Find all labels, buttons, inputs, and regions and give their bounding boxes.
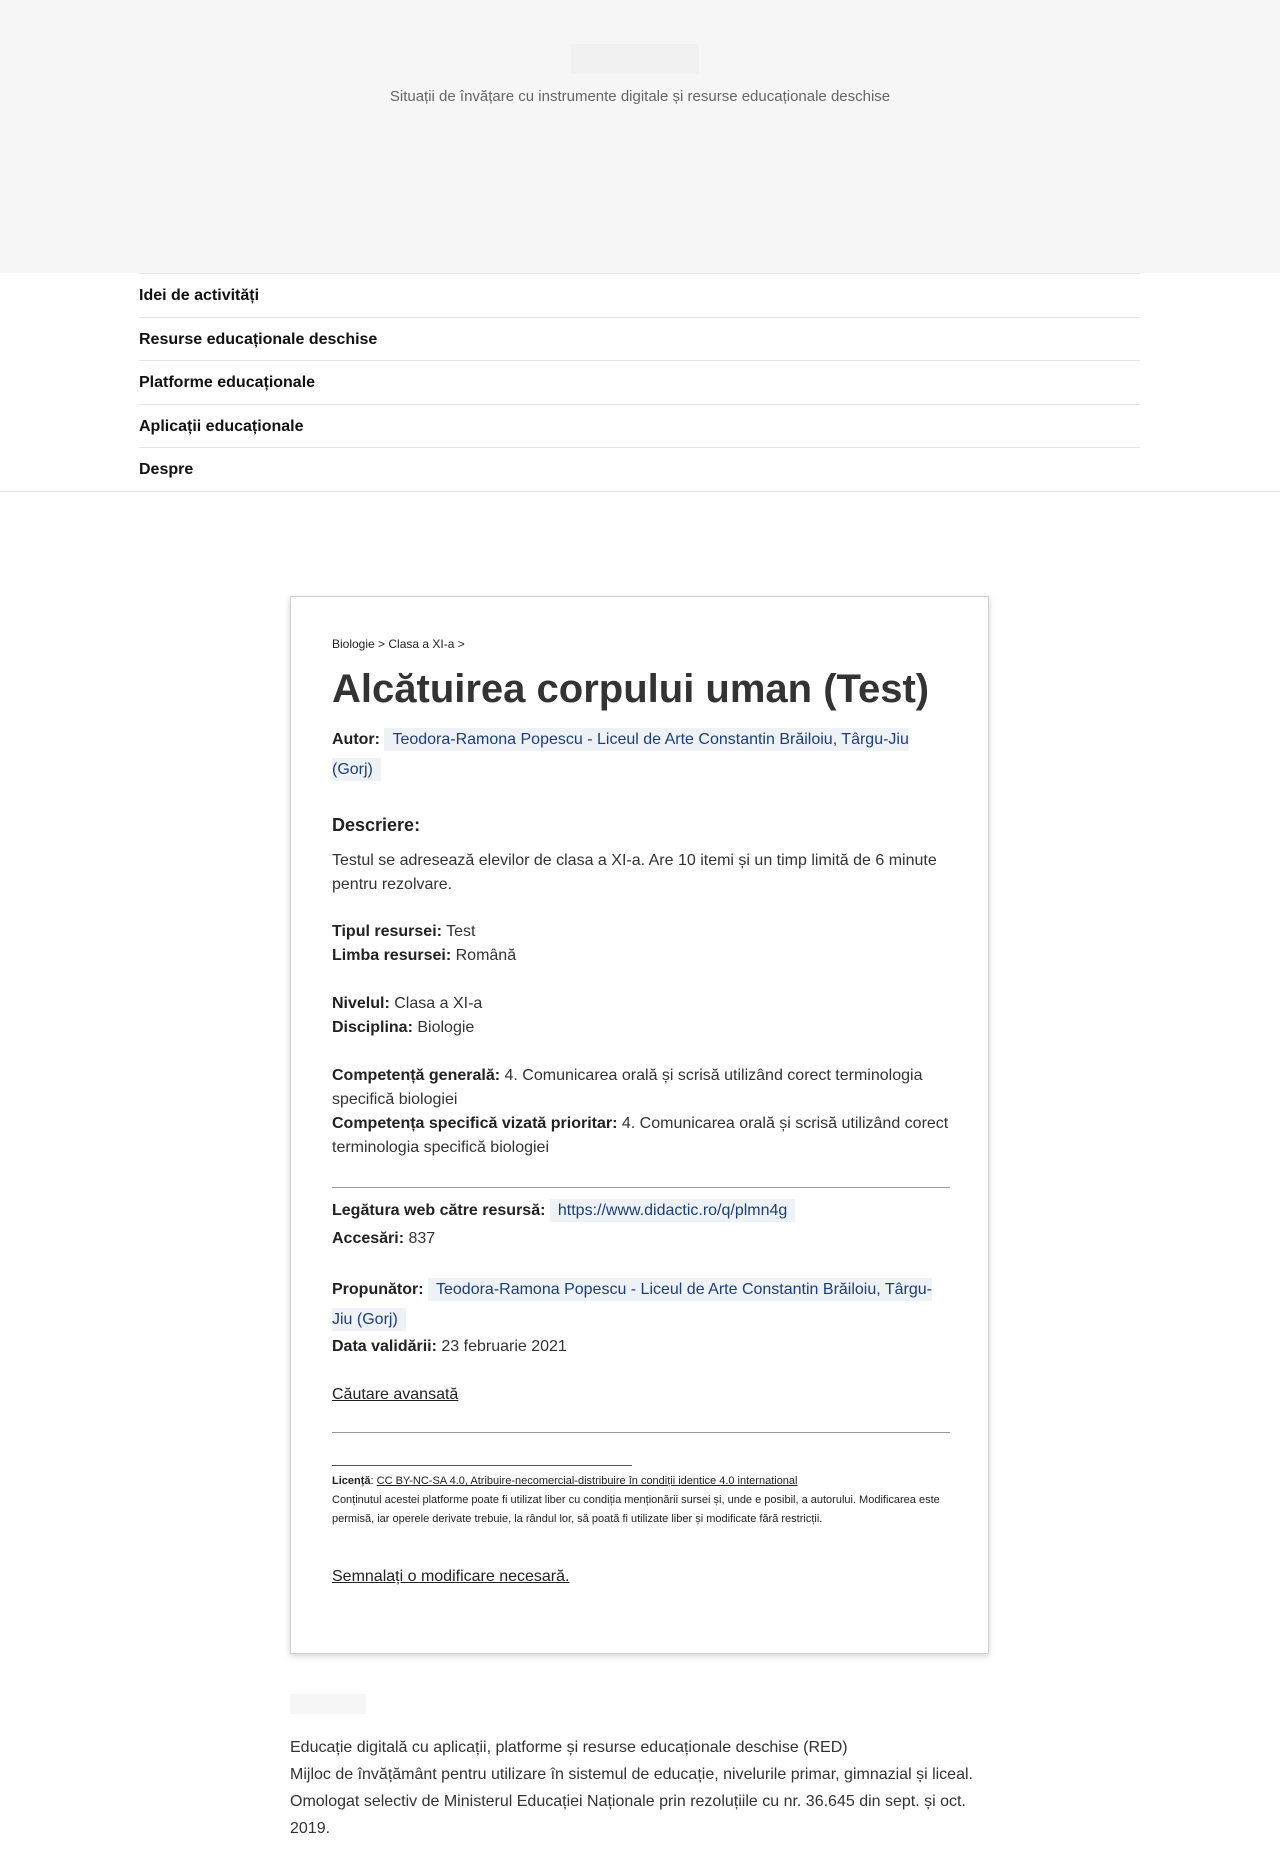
- validation-date: 23 februarie 2021: [441, 1338, 567, 1355]
- footer-line: Educație digitală cu aplicații, platform…: [290, 1739, 848, 1756]
- site-header: Situații de învățare cu instrumente digi…: [0, 0, 1280, 273]
- level-label: Nivelul:: [332, 995, 390, 1012]
- discipline-value: Biologie: [417, 1019, 475, 1036]
- resource-language-row: Limba resursei: Română: [332, 944, 950, 968]
- level-value: Clasa a XI-a: [394, 995, 483, 1012]
- breadcrumb-subject[interactable]: Biologie: [332, 637, 375, 651]
- description-heading: Descriere:: [332, 815, 421, 835]
- main-nav: Idei de activități Resurse educaționale …: [0, 273, 1280, 492]
- access-label: Accesări:: [332, 1230, 405, 1247]
- specific-competence-row: Competența specifică vizată prioritar: 4…: [332, 1112, 950, 1160]
- site-logo[interactable]: [571, 44, 699, 74]
- page-title: Alcătuirea corpului uman (Test): [332, 667, 930, 711]
- breadcrumb-separator: >: [374, 637, 389, 651]
- license-text: Conținutul acestei platforme poate fi ut…: [332, 1494, 940, 1525]
- license-block: Licență: CC BY-NC-SA 4.0, Atribuire-neco…: [332, 1472, 950, 1529]
- language-value: Română: [455, 947, 517, 964]
- nav-item-platforms[interactable]: Platforme educaționale: [139, 360, 1140, 403]
- language-label: Limba resursei:: [332, 947, 452, 964]
- nav-item-label: Despre: [139, 461, 194, 478]
- discipline-label: Disciplina:: [332, 1019, 413, 1036]
- specific-competence-label: Competența specifică vizată prioritar:: [332, 1115, 618, 1132]
- breadcrumb: Biologie > Clasa a XI-a >: [332, 637, 465, 651]
- web-link[interactable]: https://www.didactic.ro/q/plmn4g: [549, 1199, 796, 1222]
- type-label: Tipul resursei:: [332, 923, 442, 940]
- nav-item-activity-ideas[interactable]: Idei de activități: [139, 273, 1140, 316]
- discipline-row: Disciplina: Biologie: [332, 1016, 950, 1040]
- access-count: 837: [408, 1230, 436, 1247]
- nav-item-about[interactable]: Despre: [139, 447, 1140, 490]
- nav-item-applications[interactable]: Aplicații educaționale: [139, 404, 1140, 447]
- resource-card: Biologie > Clasa a XI-a > Alcătuirea cor…: [290, 596, 989, 1654]
- general-competence-row: Competență generală: 4. Comunicarea oral…: [332, 1064, 950, 1112]
- nav-item-label: Resurse educaționale deschise: [139, 331, 378, 348]
- nav-item-open-resources[interactable]: Resurse educaționale deschise: [139, 317, 1140, 360]
- general-competence-label: Competență generală:: [332, 1067, 501, 1084]
- resource-type-row: Tipul resursei: Test: [332, 920, 950, 944]
- type-value: Test: [446, 923, 476, 940]
- validation-row: Data validării: 23 februarie 2021: [332, 1335, 950, 1359]
- author-link[interactable]: Teodora-Ramona Popescu - Liceul de Arte …: [332, 728, 909, 781]
- web-link-row: Legătura web către resursă: https://www.…: [332, 1199, 950, 1223]
- license-divider: [332, 1465, 632, 1466]
- advanced-search-link[interactable]: Căutare avansată: [332, 1386, 458, 1403]
- proposer-label: Propunător:: [332, 1281, 424, 1298]
- site-tagline: Situații de învățare cu instrumente digi…: [389, 88, 891, 105]
- footer-logo: [290, 1694, 366, 1714]
- footer-line: Mijloc de învățământ pentru utilizare în…: [290, 1766, 973, 1783]
- divider: [332, 1432, 950, 1433]
- nav-item-label: Idei de activități: [139, 287, 260, 304]
- access-row: Accesări: 837: [332, 1227, 950, 1251]
- breadcrumb-separator: >: [454, 637, 465, 651]
- author-row: Autor: Teodora-Ramona Popescu - Liceul d…: [332, 725, 950, 785]
- advanced-search-row: Căutare avansată: [332, 1383, 950, 1407]
- web-link-label: Legătura web către resursă:: [332, 1202, 546, 1219]
- footer-line: Omologat selectiv de Ministerul Educație…: [290, 1793, 966, 1837]
- report-row: Semnalați o modificare necesară.: [332, 1565, 950, 1589]
- proposer-row: Propunător: Teodora-Ramona Popescu - Lic…: [332, 1275, 950, 1335]
- breadcrumb-grade[interactable]: Clasa a XI-a: [388, 637, 454, 651]
- site-footer: Educație digitală cu aplicații, platform…: [290, 1734, 990, 1842]
- license-label: Licență: [332, 1475, 371, 1487]
- validation-label: Data validării:: [332, 1338, 437, 1355]
- license-link[interactable]: CC BY-NC-SA 4.0, Atribuire-necomercial-d…: [377, 1475, 798, 1487]
- level-row: Nivelul: Clasa a XI-a: [332, 992, 950, 1016]
- nav-item-label: Platforme educaționale: [139, 374, 316, 391]
- divider: [332, 1187, 950, 1188]
- description-text: Testul se adresează elevilor de clasa a …: [332, 852, 937, 893]
- nav-item-label: Aplicații educaționale: [139, 418, 304, 435]
- report-change-link[interactable]: Semnalați o modificare necesară.: [332, 1568, 569, 1585]
- author-label: Autor:: [332, 731, 380, 748]
